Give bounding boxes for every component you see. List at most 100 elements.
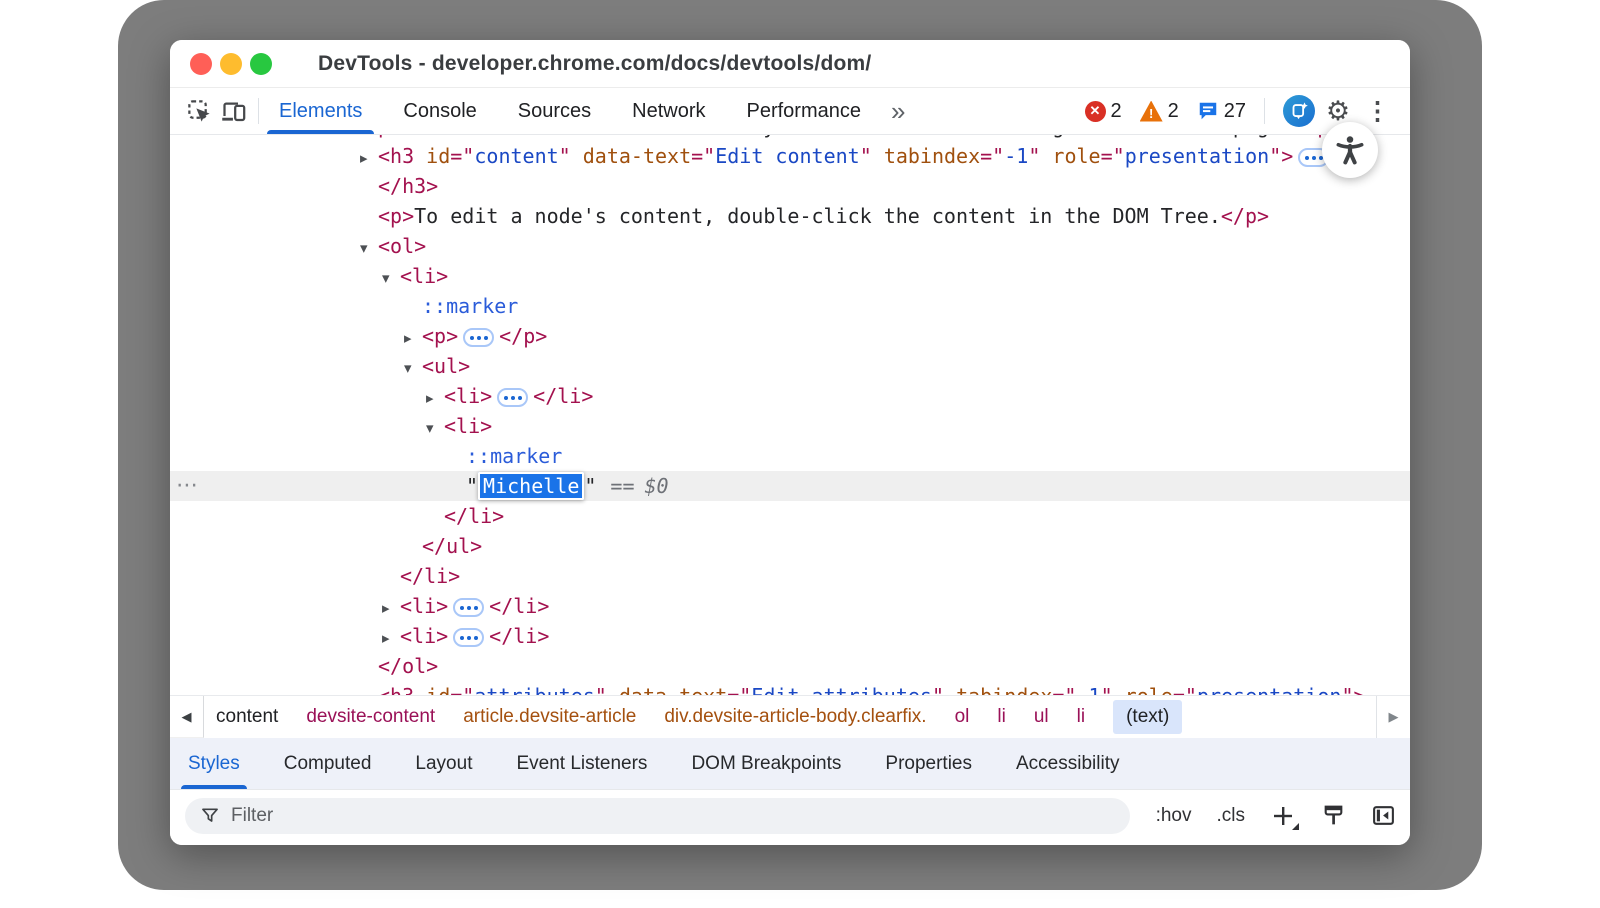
dom-node-row[interactable]: ▸<li></li>: [170, 591, 1410, 621]
window-title: DevTools - developer.chrome.com/docs/dev…: [318, 52, 871, 76]
warnings-badge[interactable]: ! 2: [1140, 100, 1179, 123]
issue-count: 27: [1224, 100, 1246, 123]
tab-console[interactable]: Console: [401, 91, 478, 132]
breadcrumb-item-div-devsite-article-body-clearfix[interactable]: div.devsite-article-body.clearfix.: [664, 706, 926, 728]
tree-collapsed-arrow-icon[interactable]: ▸: [382, 623, 400, 653]
tab-properties[interactable]: Properties: [885, 738, 972, 789]
tree-collapsed-arrow-icon[interactable]: ▸: [360, 143, 378, 173]
more-tabs-button[interactable]: »: [891, 98, 905, 124]
accessibility-person-icon: [1333, 133, 1367, 167]
breadcrumb-item-li[interactable]: li: [1077, 706, 1085, 728]
warning-count: 2: [1168, 100, 1179, 123]
devtools-toolbar: Elements Console Sources Network Performance…: [170, 88, 1410, 135]
breadcrumb-item-content[interactable]: content: [216, 706, 278, 728]
row-overflow-menu-icon[interactable]: ⋯: [176, 471, 199, 501]
dom-node-row[interactable]: ▾<li>: [170, 261, 1410, 291]
filter-funnel-icon: [200, 806, 220, 826]
toggle-element-state-button[interactable]: :hov: [1156, 805, 1192, 827]
customize-devtools-button[interactable]: ⋮: [1361, 99, 1394, 124]
plus-icon: [1271, 804, 1295, 828]
dom-node-row[interactable]: ⋯"Michelle"==$0: [170, 471, 1410, 501]
dom-node-row[interactable]: </li>: [170, 561, 1410, 591]
tree-collapsed-arrow-icon[interactable]: ▸: [382, 593, 400, 623]
dom-node-row[interactable]: ▾<li>: [170, 411, 1410, 441]
toggle-sidebar-button[interactable]: [1371, 803, 1396, 828]
dom-node-row[interactable]: ::marker: [170, 291, 1410, 321]
errors-badge[interactable]: ✕ 2: [1085, 100, 1122, 123]
error-count: 2: [1111, 100, 1122, 123]
tab-accessibility[interactable]: Accessibility: [1016, 738, 1119, 789]
breadcrumb-item-text[interactable]: (text): [1113, 700, 1182, 734]
tab-sources[interactable]: Sources: [516, 91, 593, 132]
dom-node-row[interactable]: ▸<li></li>: [170, 621, 1410, 651]
breadcrumb-item-devsite-content[interactable]: devsite-content: [306, 706, 435, 728]
warning-icon: !: [1140, 101, 1163, 122]
breadcrumb-item-li[interactable]: li: [997, 706, 1005, 728]
tab-event-listeners[interactable]: Event Listeners: [516, 738, 647, 789]
new-style-rule-button[interactable]: [1270, 803, 1296, 829]
tab-layout[interactable]: Layout: [415, 738, 472, 789]
breadcrumb-item-ul[interactable]: ul: [1034, 706, 1049, 728]
minimize-window-button[interactable]: [220, 53, 242, 75]
panel-left-toggle-icon: [1371, 803, 1396, 828]
paintbrush-icon: [1321, 803, 1346, 828]
devtools-window: DevTools - developer.chrome.com/docs/dev…: [170, 40, 1410, 845]
tab-elements[interactable]: Elements: [277, 91, 364, 132]
expand-ellipsis-icon[interactable]: [497, 388, 528, 407]
dom-node-row[interactable]: </ol>: [170, 651, 1410, 681]
close-window-button[interactable]: [190, 53, 212, 75]
breadcrumb-scroll-right-button[interactable]: ▶: [1376, 696, 1410, 738]
dom-node-row[interactable]: ▸<h3 id="attributes" data-text="Edit att…: [170, 681, 1410, 695]
tab-styles[interactable]: Styles: [188, 738, 240, 789]
tree-expanded-arrow-icon[interactable]: ▾: [360, 233, 378, 263]
zoom-window-button[interactable]: [250, 53, 272, 75]
inspect-element-button[interactable]: [182, 94, 216, 128]
ai-assistance-button[interactable]: [1283, 95, 1315, 127]
back-arrow-icon: ◀: [182, 709, 192, 725]
dom-node-row[interactable]: ▸<p></p>: [170, 321, 1410, 351]
dom-node-row[interactable]: <p>To edit a node's content, double-clic…: [170, 201, 1410, 231]
dom-node-row[interactable]: </li>: [170, 501, 1410, 531]
tab-dom-breakpoints[interactable]: DOM Breakpoints: [691, 738, 841, 789]
tree-expanded-arrow-icon[interactable]: ▾: [382, 263, 400, 293]
tab-performance[interactable]: Performance: [745, 91, 864, 132]
filter-pill[interactable]: [185, 798, 1130, 834]
issues-badge[interactable]: 27: [1197, 100, 1246, 123]
dom-tree-panel[interactable]: p>You can edit the DOM on the fly and se…: [170, 135, 1410, 695]
dom-node-row[interactable]: ▸<li></li>: [170, 381, 1410, 411]
tree-collapsed-arrow-icon[interactable]: ▸: [360, 683, 378, 695]
expand-ellipsis-icon[interactable]: [453, 628, 484, 647]
breadcrumb-scroll-left-button[interactable]: ◀: [170, 696, 204, 738]
text-node-edit-box[interactable]: Michelle: [478, 472, 584, 500]
dom-node-row[interactable]: ▾<ul>: [170, 351, 1410, 381]
dom-node-row[interactable]: </h3>: [170, 171, 1410, 201]
dom-node-row[interactable]: ▾<ol>: [170, 231, 1410, 261]
breadcrumb-item-ol[interactable]: ol: [955, 706, 970, 728]
tree-collapsed-arrow-icon[interactable]: ▸: [404, 323, 422, 353]
styles-filter-bar: :hov .cls: [170, 790, 1410, 845]
breadcrumb-item-article-devsite-article[interactable]: article.devsite-article: [463, 706, 636, 728]
error-icon: ✕: [1085, 101, 1106, 122]
breadcrumb: content devsite-content article.devsite-ar…: [204, 700, 1182, 734]
forward-arrow-icon: ▶: [1389, 709, 1399, 725]
window-titlebar: DevTools - developer.chrome.com/docs/dev…: [170, 40, 1410, 88]
expand-ellipsis-icon[interactable]: [453, 598, 484, 617]
main-tabs: Elements Console Sources Network Performance: [277, 91, 863, 132]
inspect-cursor-icon: [186, 98, 213, 125]
dom-node-row[interactable]: </ul>: [170, 531, 1410, 561]
styles-filter-input[interactable]: [231, 805, 1071, 827]
tab-network[interactable]: Network: [630, 91, 707, 132]
issues-message-icon: [1197, 100, 1219, 122]
toggle-device-toolbar-button[interactable]: [216, 94, 250, 128]
tab-computed[interactable]: Computed: [284, 738, 372, 789]
rendering-emulation-button[interactable]: [1321, 803, 1346, 828]
tree-expanded-arrow-icon[interactable]: ▾: [426, 413, 444, 443]
dom-node-row[interactable]: ▸<h3 id="content" data-text="Edit conten…: [170, 141, 1410, 171]
tree-collapsed-arrow-icon[interactable]: ▸: [426, 383, 444, 413]
gear-icon: ⚙: [1326, 98, 1350, 125]
element-classes-button[interactable]: .cls: [1217, 805, 1246, 827]
tree-expanded-arrow-icon[interactable]: ▾: [404, 353, 422, 383]
accessibility-widget-button[interactable]: [1322, 122, 1378, 178]
expand-ellipsis-icon[interactable]: [463, 328, 494, 347]
dom-node-row[interactable]: ::marker: [170, 441, 1410, 471]
